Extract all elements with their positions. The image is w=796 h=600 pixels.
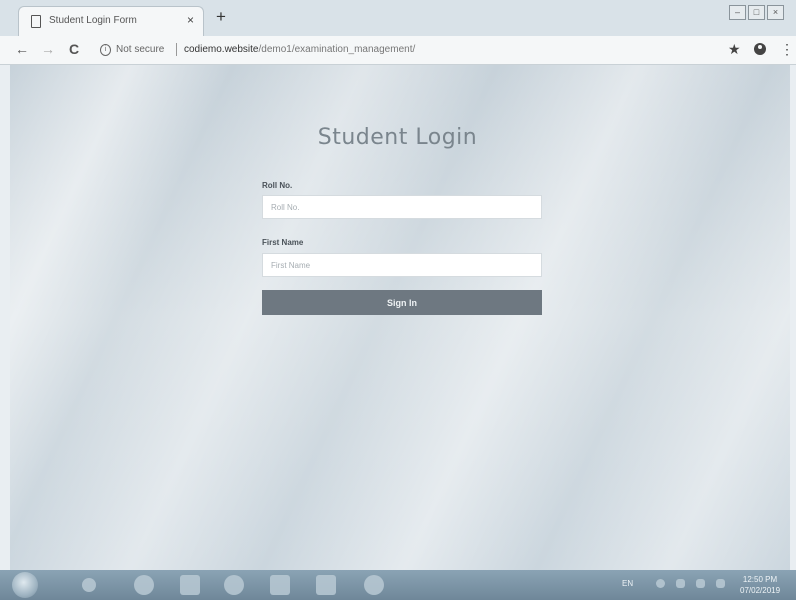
page-title: Student Login (317, 125, 478, 150)
sign-in-button[interactable]: Sign In (262, 290, 542, 315)
first-name-label: First Name (262, 238, 304, 247)
chrome-icon[interactable] (224, 575, 244, 595)
tab-title: Student Login Form (49, 15, 137, 26)
volume-icon[interactable] (716, 579, 725, 588)
flag-icon[interactable] (676, 579, 685, 588)
back-icon[interactable]: ← (14, 41, 30, 57)
window-controls: – □ × (729, 5, 784, 20)
clock-time: 12:50 PM (742, 575, 778, 584)
browser-icon[interactable] (364, 575, 384, 595)
menu-icon[interactable]: ⋮ (780, 41, 794, 58)
first-name-input[interactable] (262, 253, 542, 277)
reload-icon[interactable]: C (66, 41, 82, 57)
document-icon (31, 15, 41, 28)
battery-icon[interactable] (696, 579, 705, 588)
start-button[interactable] (12, 572, 38, 598)
paint-icon[interactable] (270, 575, 290, 595)
maximize-button[interactable]: □ (748, 5, 765, 20)
address-bar: ← → C i Not secure codiemo.website/demo1… (0, 36, 796, 65)
browser-tab[interactable]: Student Login Form × (18, 6, 204, 36)
account-icon[interactable] (754, 43, 766, 55)
minimize-button[interactable]: – (729, 5, 746, 20)
url-divider (176, 43, 177, 56)
forward-icon[interactable]: → (40, 41, 56, 57)
app-window-icon[interactable] (316, 575, 336, 595)
new-tab-icon[interactable]: + (212, 8, 230, 26)
bookmark-star-icon[interactable]: ★ (728, 41, 741, 58)
internet-explorer-icon[interactable] (134, 575, 154, 595)
folder-icon[interactable] (180, 575, 200, 595)
language-indicator[interactable]: EN (622, 579, 633, 588)
url-field[interactable]: codiemo.website/demo1/examination_manage… (184, 44, 415, 55)
taskbar: EN 12:50 PM 07/02/2019 (0, 570, 796, 600)
security-status[interactable]: Not secure (116, 44, 164, 55)
url-path: /demo1/examination_management/ (258, 44, 416, 55)
media-player-icon[interactable] (82, 578, 96, 592)
clock-date: 07/02/2019 (740, 586, 781, 595)
info-icon[interactable]: i (100, 44, 111, 56)
url-domain: codiemo.website (184, 44, 259, 55)
page-viewport: Student Login Roll No. First Name Sign I… (10, 65, 790, 570)
browser-tab-bar: Student Login Form × + – □ × (0, 0, 796, 36)
clock[interactable]: 12:50 PM 07/02/2019 (740, 574, 780, 596)
roll-no-label: Roll No. (262, 181, 293, 190)
network-icon[interactable] (656, 579, 665, 588)
tab-close-icon[interactable]: × (187, 13, 194, 27)
close-window-button[interactable]: × (767, 5, 784, 20)
roll-no-input[interactable] (262, 195, 542, 219)
